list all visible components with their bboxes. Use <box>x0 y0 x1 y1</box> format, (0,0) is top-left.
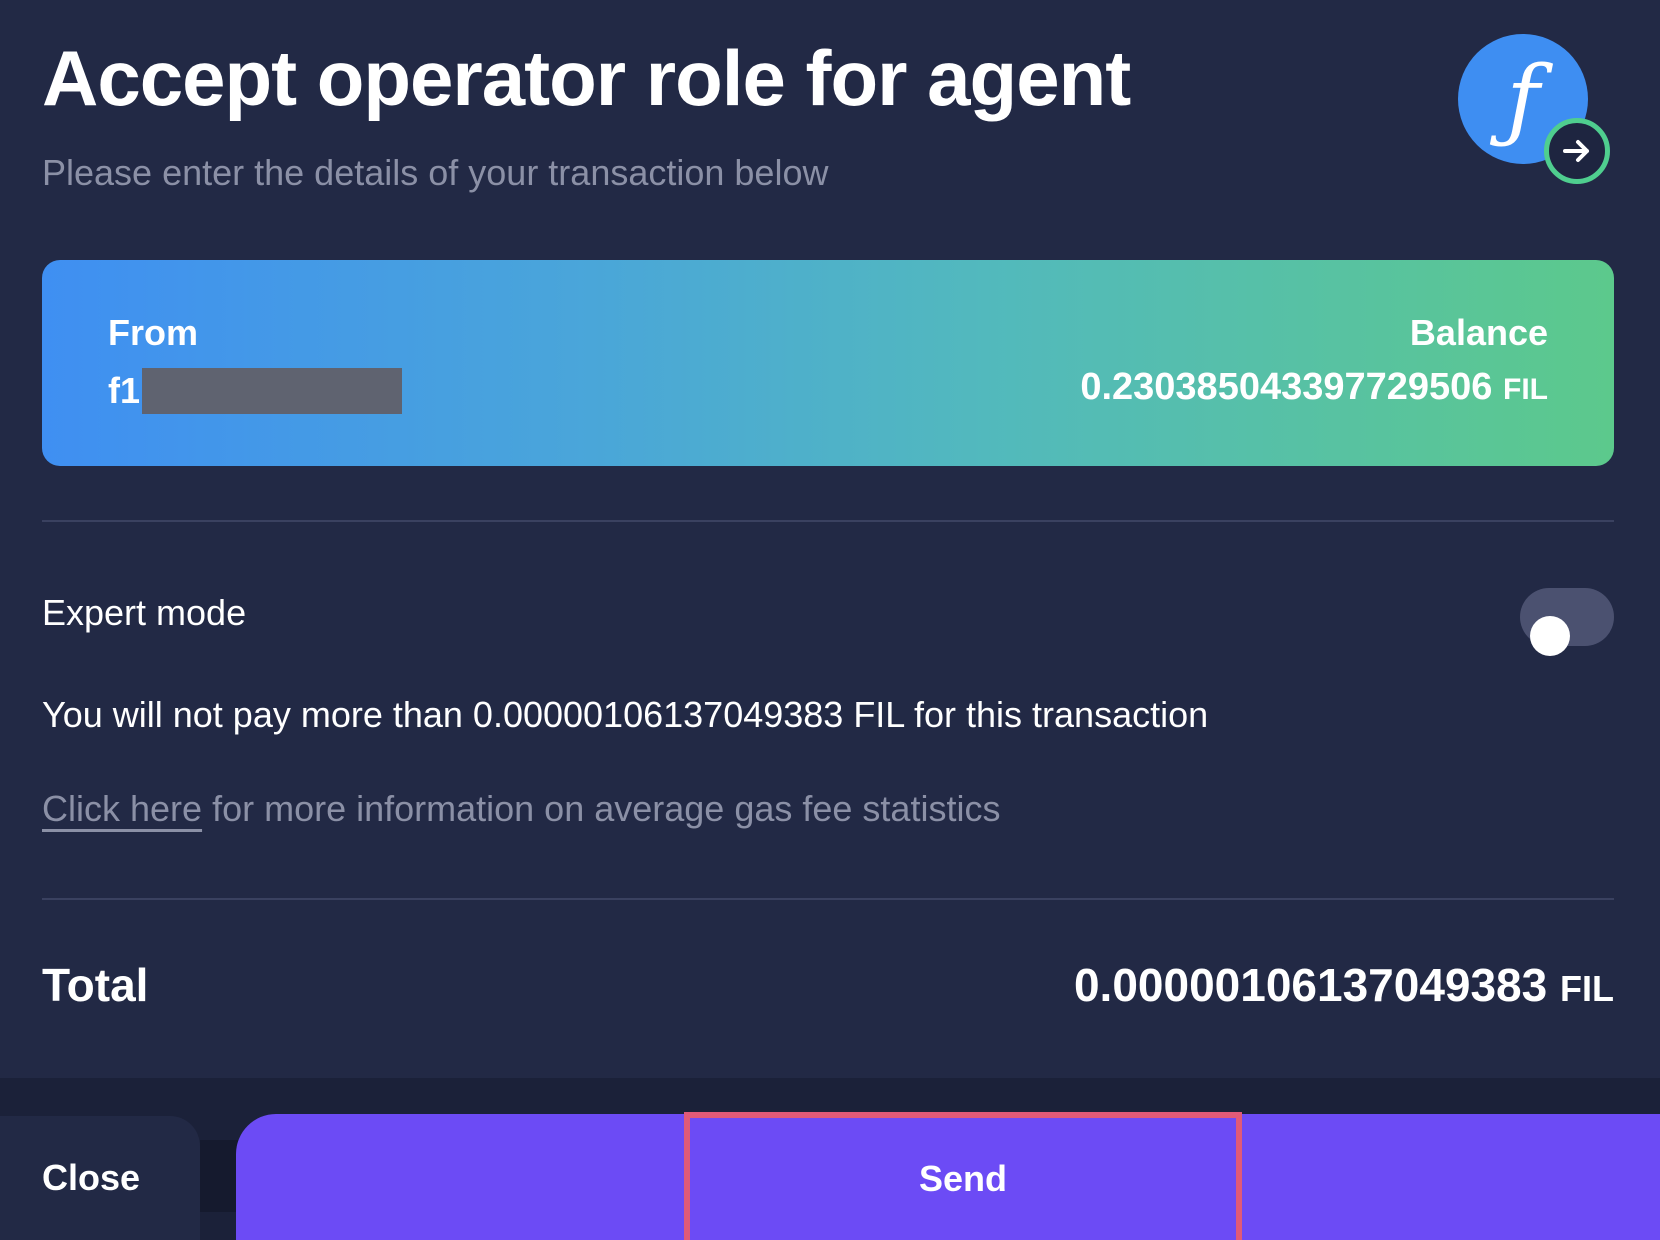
from-address-prefix: f1 <box>108 370 141 411</box>
divider <box>42 898 1614 900</box>
balance-value: 0.230385043397729506 <box>1080 366 1493 408</box>
close-button[interactable]: Close <box>0 1116 200 1240</box>
max-fee-text: You will not pay more than 0.00000106137… <box>42 694 1209 735</box>
balance-label: Balance <box>1409 312 1548 353</box>
expert-mode-toggle[interactable] <box>1520 588 1614 656</box>
balance-unit: FIL <box>1503 373 1548 406</box>
toggle-knob <box>1530 616 1570 656</box>
total-unit: FIL <box>1560 968 1614 1009</box>
gas-info-text: Click here for more information on avera… <box>42 788 1000 830</box>
send-button-label[interactable]: Send <box>684 1112 1242 1240</box>
arrow-right-icon <box>1544 118 1610 184</box>
gas-info-rest: for more information on average gas fee … <box>202 788 1001 829</box>
gas-stats-link[interactable]: Click here <box>42 788 202 829</box>
balance-value-row: 0.230385043397729506 FIL <box>1080 366 1548 409</box>
page-title: Accept operator role for agent <box>42 34 1131 122</box>
expert-mode-label: Expert mode <box>42 592 247 633</box>
redacted-address <box>142 368 403 414</box>
total-value: 0.00000106137049383 <box>1073 959 1548 1011</box>
from-label: From <box>108 312 198 353</box>
filecoin-logo: ƒ <box>1458 34 1610 184</box>
from-balance-card: From f1 Balance 0.230385043397729506 FIL <box>42 260 1614 466</box>
transaction-dialog: Accept operator role for agent Please en… <box>0 0 1660 1078</box>
page-subtitle: Please enter the details of your transac… <box>42 152 829 193</box>
from-address: f1 <box>108 368 403 414</box>
total-label: Total <box>42 959 149 1011</box>
divider <box>42 520 1614 522</box>
total-value-row: 0.00000106137049383 FIL <box>1074 958 1614 1012</box>
footer-gap <box>200 1140 240 1212</box>
